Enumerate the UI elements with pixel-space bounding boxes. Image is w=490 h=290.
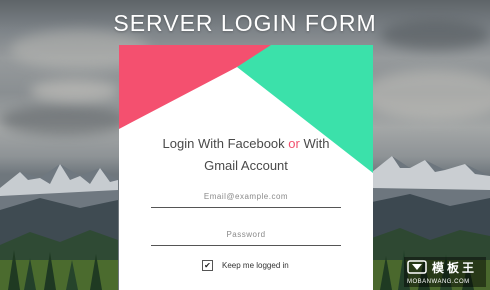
cloud	[360, 70, 490, 120]
heading-facebook-text: Login With Facebook	[162, 136, 289, 151]
watermark-title: 模板王	[432, 261, 478, 275]
email-input[interactable]	[151, 185, 341, 208]
cloud	[30, 80, 120, 102]
page-title: SERVER LOGIN FORM	[113, 10, 377, 36]
heading-with-text: With	[299, 136, 330, 151]
watermark-subtitle: MOBANWANG.COM	[407, 279, 470, 285]
remember-me[interactable]: ✔ Keep me logged in	[202, 260, 289, 271]
heading-gmail-text: Gmail Account	[204, 158, 288, 173]
heading-or-text: or	[288, 136, 300, 151]
background-scene: SERVER LOGIN FORM Login With Facebook or…	[0, 0, 490, 290]
login-heading: Login With Facebook or With Gmail Accoun…	[119, 133, 373, 177]
cloud	[0, 105, 130, 135]
login-card: Login With Facebook or With Gmail Accoun…	[119, 45, 373, 290]
remember-checkbox[interactable]: ✔	[202, 260, 213, 271]
password-input[interactable]	[151, 223, 341, 246]
watermark-logo-icon	[407, 260, 427, 274]
check-icon: ✔	[204, 260, 211, 270]
remember-label: Keep me logged in	[222, 261, 289, 270]
watermark: 模板王 MOBANWANG.COM	[404, 257, 486, 287]
